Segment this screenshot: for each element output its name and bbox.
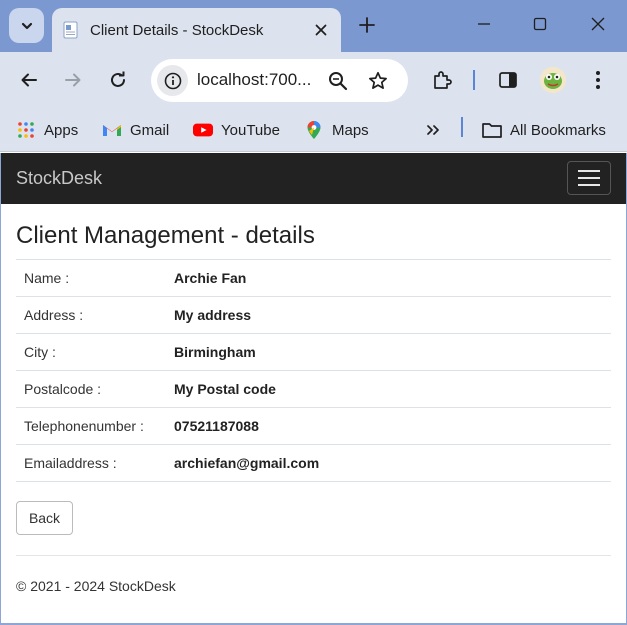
profile-avatar-icon[interactable] — [537, 64, 569, 96]
close-window-icon[interactable] — [584, 10, 612, 38]
all-bookmarks-folder[interactable]: All Bookmarks — [482, 117, 606, 143]
detail-label: Address : — [24, 307, 84, 323]
detail-value: Archie Fan — [174, 270, 247, 286]
browser-menu-icon[interactable] — [582, 64, 614, 96]
youtube-icon — [193, 120, 213, 140]
bookmark-label: Maps — [332, 121, 369, 139]
bookmark-gmail[interactable]: Gmail — [102, 117, 169, 143]
detail-value: archiefan@gmail.com — [174, 455, 320, 471]
browser-tab-active[interactable]: Client Details - StockDesk — [52, 8, 341, 52]
reload-icon[interactable] — [102, 64, 134, 96]
bookmarks-bar: Apps Gmail YouTube Maps All Bookmarks — [0, 108, 627, 152]
bookmark-maps[interactable]: Maps — [304, 117, 369, 143]
maximize-window-icon[interactable] — [526, 10, 554, 38]
apps-grid-icon — [16, 120, 36, 140]
brand-link[interactable]: StockDesk — [16, 168, 102, 189]
hamburger-menu-icon — [578, 177, 600, 179]
back-button[interactable]: Back — [16, 501, 73, 535]
all-bookmarks-label: All Bookmarks — [510, 121, 606, 139]
detail-row-email: Emailaddress : archiefan@gmail.com — [16, 445, 611, 482]
bookmark-label: Apps — [44, 121, 79, 139]
detail-row-city: City : Birmingham — [16, 334, 611, 371]
toolbar-separator — [473, 70, 475, 90]
minimize-window-icon[interactable] — [470, 10, 498, 38]
browser-toolbar: localhost:700... — [0, 52, 627, 108]
detail-row-address: Address : My address — [16, 297, 611, 334]
detail-label: Postalcode : — [24, 381, 102, 397]
url-text: localhost:700... — [197, 70, 312, 89]
browser-title-bar: Client Details - StockDesk — [0, 0, 627, 52]
detail-value: My Postal code — [174, 381, 276, 397]
detail-row-postalcode: Postalcode : My Postal code — [16, 371, 611, 408]
bookmarks-separator — [461, 117, 463, 137]
side-panel-icon[interactable] — [492, 64, 524, 96]
extensions-icon[interactable] — [426, 64, 458, 96]
detail-label: Name : — [24, 270, 70, 286]
zoom-icon[interactable] — [325, 68, 351, 94]
page-footer: © 2021 - 2024 StockDesk — [16, 578, 176, 594]
bookmark-star-icon[interactable] — [365, 68, 391, 94]
page-title: Client Management - details — [16, 222, 315, 249]
app-navbar: StockDesk — [0, 153, 627, 204]
back-arrow-icon[interactable] — [13, 64, 45, 96]
forward-arrow-icon[interactable] — [57, 64, 89, 96]
detail-value: Birmingham — [174, 344, 256, 360]
site-info-icon[interactable] — [157, 65, 188, 96]
bookmark-youtube[interactable]: YouTube — [193, 117, 280, 143]
hamburger-menu-icon — [578, 184, 600, 186]
client-details-table: Name : Archie Fan Address : My address C… — [16, 259, 611, 482]
detail-label: Telephonenumber : — [24, 418, 144, 434]
tab-search-button[interactable] — [9, 8, 44, 43]
tab-title: Client Details - StockDesk — [90, 21, 264, 39]
detail-label: Emailaddress : — [24, 455, 117, 471]
bookmark-label: YouTube — [221, 121, 280, 139]
maps-icon — [304, 120, 324, 140]
close-tab-icon[interactable] — [309, 18, 333, 42]
folder-icon — [482, 120, 502, 140]
gmail-icon — [102, 120, 122, 140]
bookmark-label: Gmail — [130, 121, 170, 139]
navbar-toggle-button[interactable] — [567, 161, 611, 195]
bookmark-apps[interactable]: Apps — [16, 117, 78, 143]
hamburger-menu-icon — [578, 170, 600, 172]
detail-value: My address — [174, 307, 252, 323]
address-bar[interactable]: localhost:700... — [151, 59, 408, 102]
chevron-down-icon — [21, 22, 32, 29]
detail-row-telephone: Telephonenumber : 07521187088 — [16, 408, 611, 445]
detail-row-name: Name : Archie Fan — [16, 260, 611, 297]
detail-value: 07521187088 — [174, 418, 259, 434]
new-tab-icon[interactable] — [354, 12, 380, 38]
footer-divider — [16, 555, 611, 556]
more-bookmarks-chevron-icon[interactable] — [425, 117, 441, 143]
page-favicon-icon — [63, 21, 78, 39]
detail-label: City : — [24, 344, 56, 360]
